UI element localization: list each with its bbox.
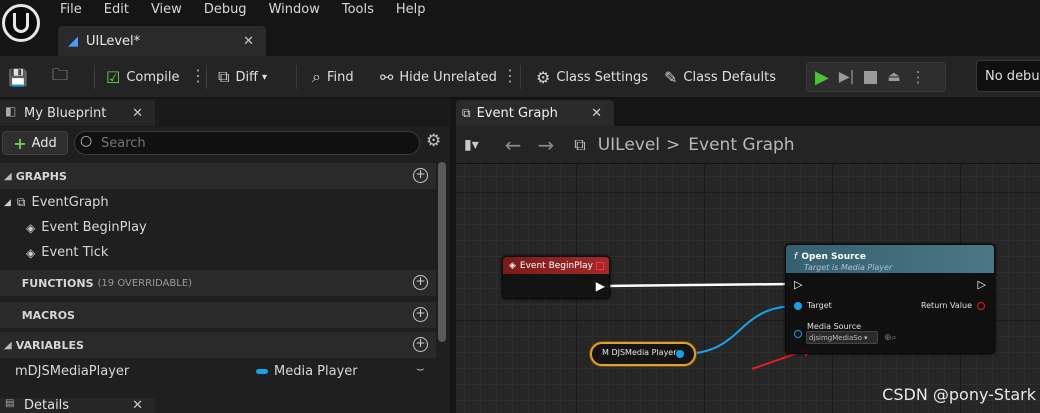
event-icon: ◈	[509, 260, 516, 271]
target-pin-icon[interactable]	[794, 302, 802, 310]
chevron-down-icon: ▾	[864, 333, 868, 342]
node-title: Event BeginPlay	[519, 260, 593, 271]
node-title: M DJSMedia Player	[602, 348, 677, 357]
node-header: f Open Source Target is Media Player	[786, 245, 994, 273]
object-out-pin-icon[interactable]	[676, 350, 684, 358]
media-source-pin-icon[interactable]	[794, 330, 802, 338]
node-subtitle: Target is Media Player	[804, 263, 893, 272]
node-title: Open Source	[801, 252, 866, 262]
target-pin-label: Target	[807, 301, 832, 310]
media-source-select[interactable]: djsimgMediaSo ▾	[806, 331, 878, 344]
delegate-pin-icon[interactable]	[596, 261, 604, 270]
media-source-pin-label: Media Source	[807, 322, 862, 331]
return-pin-icon[interactable]	[977, 302, 985, 310]
node-header: ◈ Event BeginPlay	[503, 257, 609, 274]
exec-out-pin-icon[interactable]: ▶	[596, 279, 605, 293]
exec-wire	[603, 282, 793, 288]
exec-in-pin-icon[interactable]: ▷	[794, 278, 802, 291]
target-wire	[681, 305, 798, 355]
asset-actions-icon[interactable]: ⊕⌕	[884, 333, 897, 343]
watermark-text: CSDN @pony-Stark	[882, 385, 1036, 404]
return-pin-label: Return Value	[920, 301, 972, 310]
media-source-value: djsimgMediaSo	[809, 333, 862, 342]
node-event-beginplay[interactable]: ◈ Event BeginPlay ▶	[502, 256, 610, 299]
node-variable-get[interactable]: M DJSMedia Player	[590, 342, 696, 366]
exec-out-pin-icon[interactable]: ▷	[978, 278, 986, 291]
function-icon: f	[794, 252, 798, 262]
